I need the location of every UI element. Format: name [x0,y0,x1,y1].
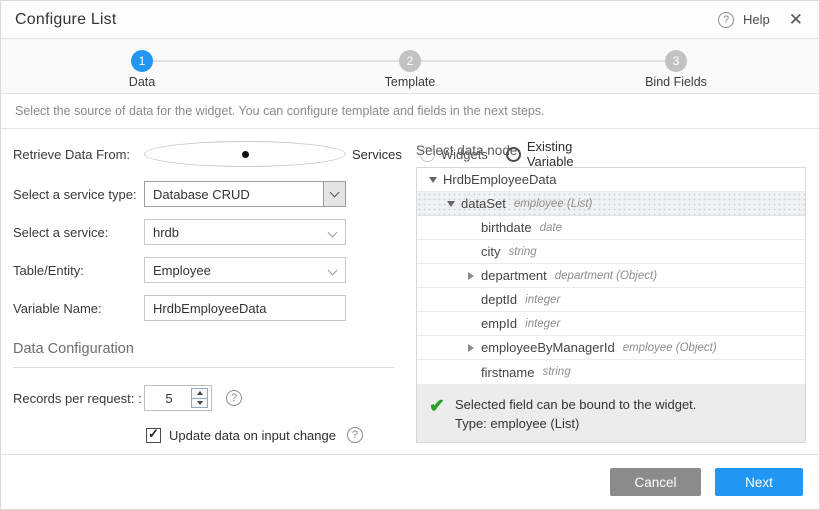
table-entity-label: Table/Entity: [13,263,144,278]
page-title: Configure List [15,11,117,29]
step-template[interactable]: 2 Template [370,50,450,89]
dialog-footer: Cancel Next [1,454,819,509]
step-description: Select the source of data for the widget… [1,94,819,129]
variable-name-label: Variable Name: [13,301,144,316]
help-link[interactable]: Help [743,12,770,27]
tree-node-department[interactable]: department department (Object) [417,264,805,288]
spin-down-icon[interactable] [192,399,207,408]
tree-node-type: employee (List) [514,198,593,210]
step-circle: 1 [131,50,153,72]
service-select[interactable]: hrdb [144,219,346,245]
data-source-form: Retrieve Data From: Services Widgets Exi… [13,129,394,475]
selection-info-box: Selected field can be bound to the widge… [417,384,805,442]
tree-node-type: date [540,222,562,234]
data-node-tree: HrdbEmployeeData dataSet employee (List)… [416,167,806,443]
radio-services[interactable]: Services [144,141,402,167]
wizard-stepper: 1 Data 2 Template 3 Bind Fields [1,39,819,94]
tree-node-label: deptId [481,292,517,307]
service-type-select[interactable]: Database CRUD [144,181,346,207]
step-bind-fields[interactable]: 3 Bind Fields [636,50,716,89]
tree-panel-title: Select data node [416,143,806,158]
tree-node-deptid[interactable]: deptId integer [417,288,805,312]
next-button[interactable]: Next [715,468,803,496]
dialog-content: Retrieve Data From: Services Widgets Exi… [1,129,819,456]
update-data-checkbox-row: Update data on input change [146,427,394,443]
tree-node-type: string [509,246,537,258]
checkbox-checked-icon[interactable] [146,428,161,443]
table-entity-value: Employee [153,263,211,278]
tree-node-label: city [481,244,501,259]
service-type-label: Select a service type: [13,187,144,202]
chevron-right-icon[interactable] [461,272,481,280]
selection-type-text: Type: employee (List) [455,416,696,431]
radio-selected-icon[interactable] [144,141,346,167]
data-configuration-heading: Data Configuration [13,341,394,357]
chevron-down-icon[interactable] [423,177,443,183]
variable-name-input[interactable] [144,295,346,321]
tree-node-dataset[interactable]: dataSet employee (List) [417,192,805,216]
service-label: Select a service: [13,225,144,240]
selection-info-text: Selected field can be bound to the widge… [455,397,696,412]
select-data-node-panel: Select data node HrdbEmployeeData dataSe… [416,129,806,443]
tree-node-firstname[interactable]: firstname string [417,360,805,384]
step-label: Template [370,75,450,89]
tree-node-label: HrdbEmployeeData [443,172,556,187]
tree-node-type: integer [525,294,560,306]
step-data[interactable]: 1 Data [102,50,182,89]
tree-node-hrdbemployeedata[interactable]: HrdbEmployeeData [417,168,805,192]
configure-list-dialog: Configure List Help 1 Data 2 Template 3 … [0,0,820,510]
service-value: hrdb [153,225,179,240]
chevron-down-icon [328,228,338,238]
tree-node-type: string [542,366,570,378]
green-check-icon [429,395,455,431]
tree-node-employeebymanagerid[interactable]: employeeByManagerId employee (Object) [417,336,805,360]
records-per-request-label: Records per request: : [13,391,144,406]
tree-node-label: birthdate [481,220,532,235]
tree-node-label: firstname [481,365,534,380]
dialog-header: Configure List Help [1,1,819,39]
close-icon[interactable] [789,11,803,28]
chevron-right-icon[interactable] [461,344,481,352]
tree-node-label: department [481,268,547,283]
chevron-down-icon[interactable] [441,201,461,207]
tree-node-empid[interactable]: empId integer [417,312,805,336]
tree-node-type: integer [525,318,560,330]
tree-node-label: employeeByManagerId [481,340,615,355]
step-circle: 2 [399,50,421,72]
help-icon[interactable] [718,12,734,28]
chevron-down-icon[interactable] [323,182,345,206]
checkbox-label: Update data on input change [169,428,336,443]
table-entity-select[interactable]: Employee [144,257,346,283]
section-divider [13,367,394,368]
tree-node-label: empId [481,316,517,331]
cancel-button[interactable]: Cancel [610,468,701,496]
step-circle: 3 [665,50,687,72]
retrieve-data-label: Retrieve Data From: [13,147,144,162]
records-help-icon[interactable] [226,390,242,406]
spinner-buttons[interactable] [191,388,208,408]
update-data-help-icon[interactable] [347,427,363,443]
tree-node-type: employee (Object) [623,342,717,354]
radio-label: Services [352,147,402,162]
tree-node-city[interactable]: city string [417,240,805,264]
service-type-value: Database CRUD [153,187,250,202]
records-per-request-stepper[interactable]: 5 [144,385,212,411]
tree-node-birthdate[interactable]: birthdate date [417,216,805,240]
tree-node-label: dataSet [461,196,506,211]
chevron-down-icon [328,266,338,276]
step-label: Bind Fields [636,75,716,89]
step-label: Data [102,75,182,89]
tree-node-type: department (Object) [555,270,657,282]
spin-up-icon[interactable] [192,389,207,399]
